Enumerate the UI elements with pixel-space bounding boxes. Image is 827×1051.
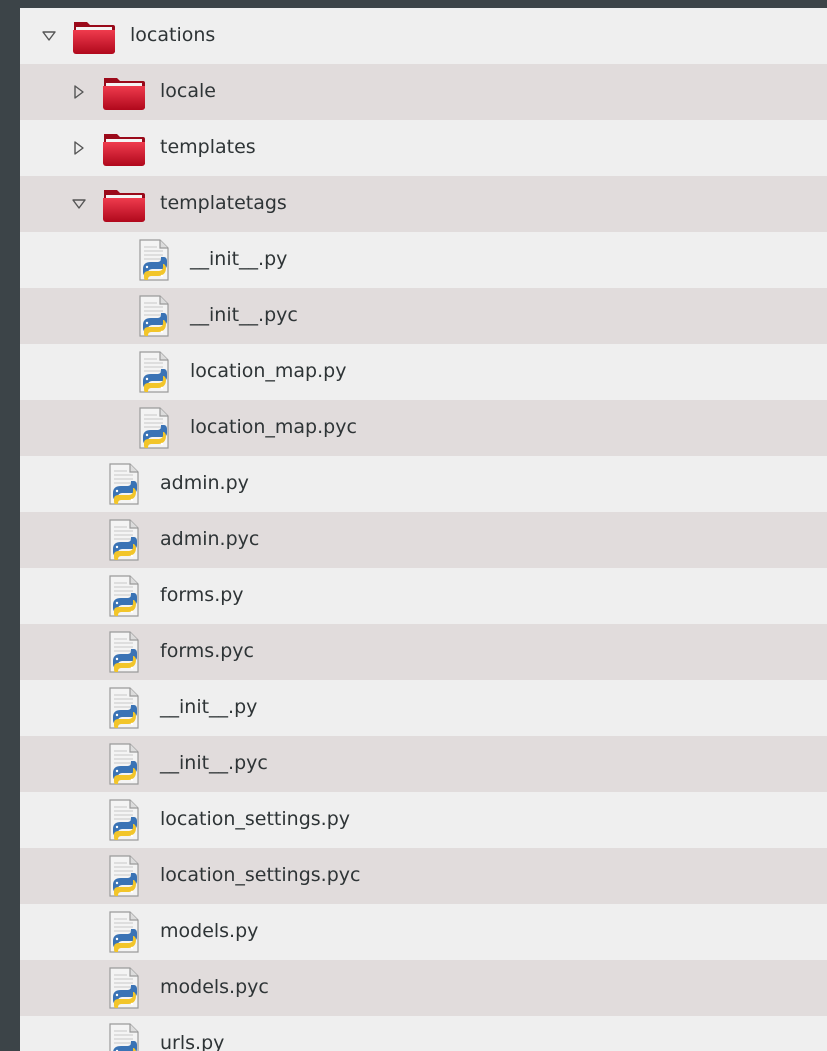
python-file-icon — [132, 406, 176, 450]
python-file-icon — [132, 294, 176, 338]
file-row[interactable]: models.py — [20, 904, 827, 960]
file-row[interactable]: models.pyc — [20, 960, 827, 1016]
python-file-icon — [102, 910, 146, 954]
python-file-icon — [102, 1022, 146, 1051]
row-label: admin.py — [160, 472, 249, 494]
row-label: templates — [160, 136, 256, 158]
expander-expanded-icon[interactable] — [40, 27, 58, 45]
row-label: __init__.py — [190, 248, 288, 270]
row-label: locale — [160, 80, 216, 102]
python-file-icon — [102, 854, 146, 898]
folder-row[interactable]: locale — [20, 64, 827, 120]
file-row[interactable]: __init__.py — [20, 680, 827, 736]
row-label: location_settings.py — [160, 808, 350, 830]
python-file-icon — [102, 798, 146, 842]
row-label: templatetags — [160, 192, 287, 214]
python-file-icon — [132, 350, 176, 394]
file-row[interactable]: urls.py — [20, 1016, 827, 1051]
row-label: location_map.pyc — [190, 416, 357, 438]
row-label: forms.pyc — [160, 640, 254, 662]
folder-icon — [102, 70, 146, 114]
file-browser-window: locations locale templates templatetags … — [0, 0, 827, 1051]
file-row[interactable]: forms.py — [20, 568, 827, 624]
folder-icon — [72, 14, 116, 58]
file-row[interactable]: forms.pyc — [20, 624, 827, 680]
file-row[interactable]: location_map.py — [20, 344, 827, 400]
expander-expanded-icon[interactable] — [70, 195, 88, 213]
file-row[interactable]: admin.pyc — [20, 512, 827, 568]
row-label: __init__.pyc — [160, 752, 268, 774]
row-label: locations — [130, 24, 216, 46]
file-row[interactable]: admin.py — [20, 456, 827, 512]
python-file-icon — [102, 742, 146, 786]
file-row[interactable]: location_map.pyc — [20, 400, 827, 456]
row-label: __init__.pyc — [190, 304, 298, 326]
file-row[interactable]: __init__.pyc — [20, 736, 827, 792]
row-label: forms.py — [160, 584, 244, 606]
python-file-icon — [102, 966, 146, 1010]
file-tree: locations locale templates templatetags … — [20, 8, 827, 1051]
row-label: models.py — [160, 920, 259, 942]
expander-collapsed-icon[interactable] — [70, 83, 88, 101]
python-file-icon — [102, 686, 146, 730]
python-file-icon — [102, 574, 146, 618]
python-file-icon — [102, 462, 146, 506]
row-label: urls.py — [160, 1032, 225, 1051]
row-label: location_map.py — [190, 360, 347, 382]
row-label: __init__.py — [160, 696, 258, 718]
folder-icon — [102, 126, 146, 170]
folder-row[interactable]: locations — [20, 8, 827, 64]
file-row[interactable]: __init__.py — [20, 232, 827, 288]
folder-row[interactable]: templatetags — [20, 176, 827, 232]
python-file-icon — [102, 518, 146, 562]
file-row[interactable]: location_settings.pyc — [20, 848, 827, 904]
python-file-icon — [102, 630, 146, 674]
expander-collapsed-icon[interactable] — [70, 139, 88, 157]
file-row[interactable]: location_settings.py — [20, 792, 827, 848]
folder-icon — [102, 182, 146, 226]
row-label: admin.pyc — [160, 528, 260, 550]
row-label: models.pyc — [160, 976, 269, 998]
folder-row[interactable]: templates — [20, 120, 827, 176]
row-label: location_settings.pyc — [160, 864, 361, 886]
python-file-icon — [132, 238, 176, 282]
file-row[interactable]: __init__.pyc — [20, 288, 827, 344]
